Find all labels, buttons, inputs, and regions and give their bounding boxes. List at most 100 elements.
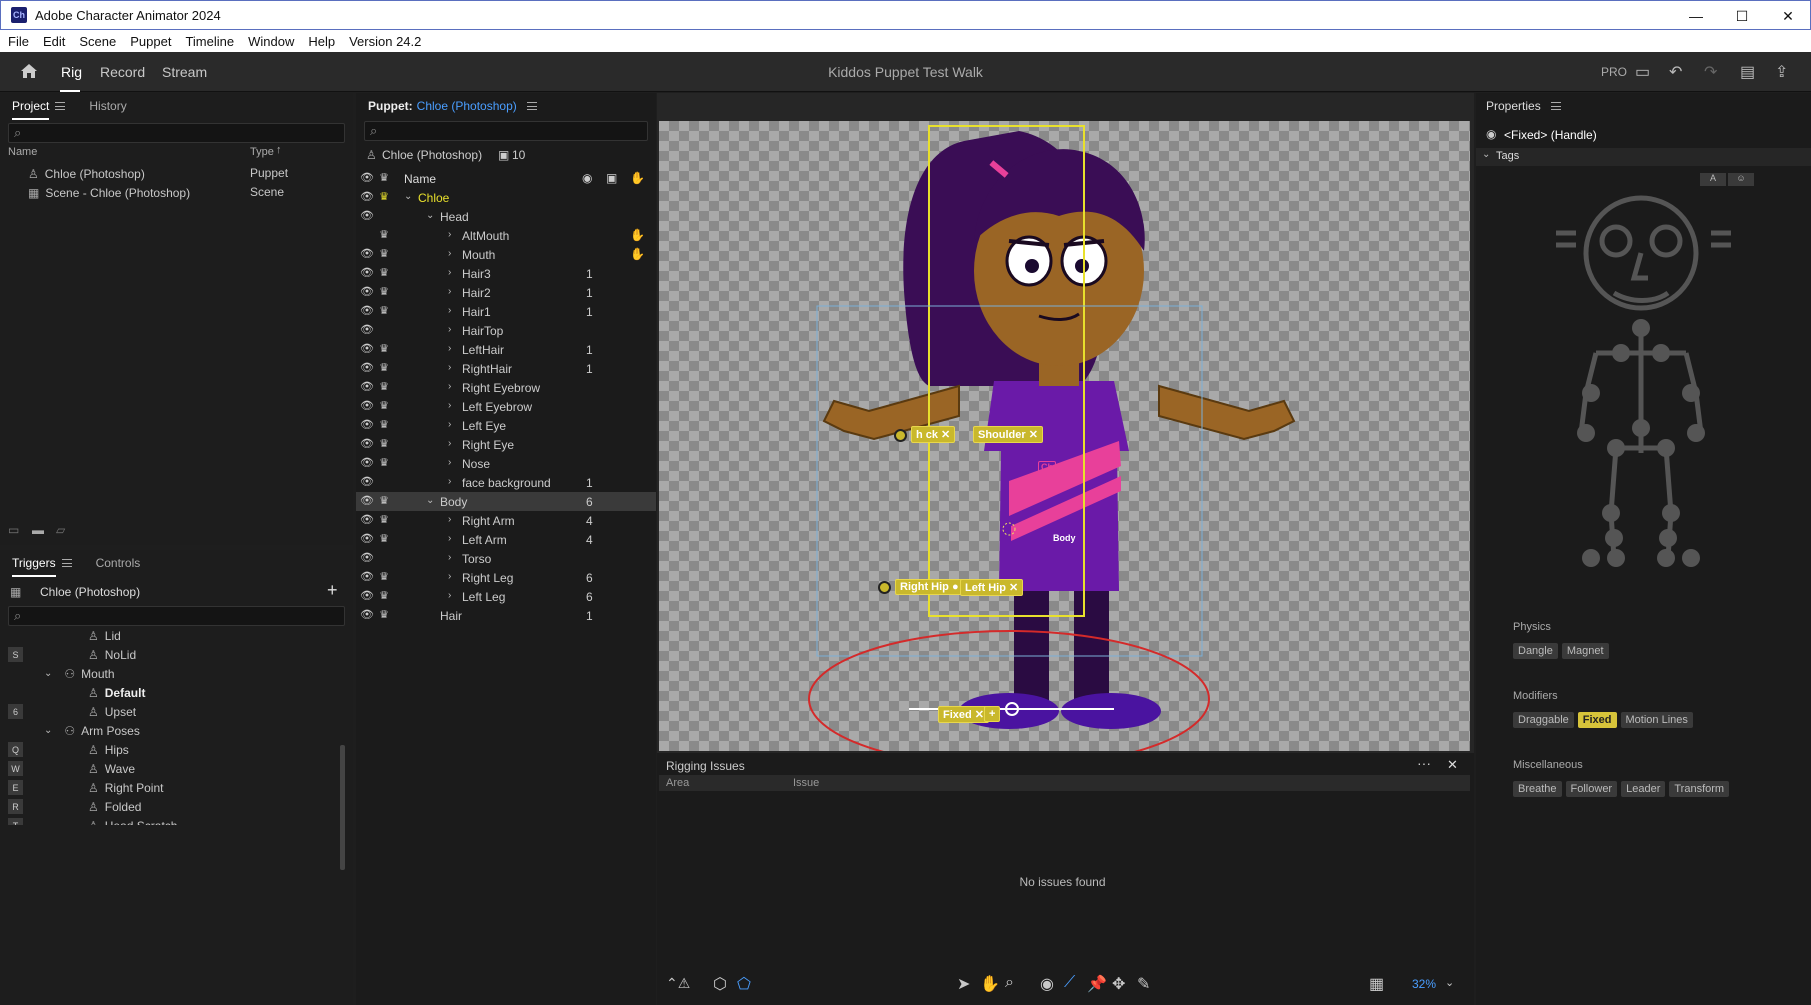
tag-chip[interactable]: Breathe: [1513, 781, 1562, 797]
independent-icon[interactable]: ♛: [378, 228, 390, 241]
layer-name[interactable]: HairTop: [462, 324, 503, 338]
independent-icon[interactable]: ♛: [378, 532, 390, 545]
menu-window[interactable]: Window: [241, 34, 301, 49]
neck-handle[interactable]: h ck ✕: [911, 426, 956, 443]
layer-name[interactable]: Left Leg: [462, 590, 505, 604]
visibility-icon[interactable]: 👁: [360, 266, 374, 279]
zoom-level[interactable]: 32%: [1412, 977, 1436, 991]
visibility-icon[interactable]: 👁: [360, 475, 374, 488]
independent-icon[interactable]: ♛: [378, 494, 390, 507]
visibility-icon[interactable]: 👁: [360, 418, 374, 431]
add-handle-button[interactable]: +: [984, 706, 1001, 722]
column-name[interactable]: Name: [8, 146, 37, 158]
face-tag-button[interactable]: ☺: [1728, 173, 1754, 186]
more-options-icon[interactable]: ···: [1417, 755, 1431, 771]
visibility-icon[interactable]: 👁: [360, 456, 374, 469]
tag-chip[interactable]: Transform: [1669, 781, 1730, 797]
layer-name[interactable]: Hair: [440, 609, 462, 623]
panel-menu-icon[interactable]: [1550, 102, 1561, 110]
trigger-row[interactable]: ♙ Upset: [88, 702, 136, 721]
chevron-right-icon[interactable]: ›: [448, 457, 451, 468]
chevron-right-icon[interactable]: ›: [448, 552, 451, 563]
chevron-right-icon[interactable]: ›: [448, 533, 451, 544]
outline-icon[interactable]: ⬠: [737, 974, 751, 994]
tab-triggers[interactable]: Triggers: [0, 556, 68, 577]
left-hip-handle[interactable]: Left Hip ✕: [960, 579, 1024, 596]
mesh-icon[interactable]: ⬡: [713, 974, 727, 994]
menu-version[interactable]: Version 24.2: [342, 34, 428, 49]
chevron-right-icon[interactable]: ›: [448, 362, 451, 373]
close-button[interactable]: ✕: [1765, 1, 1811, 31]
stroke-tool-icon[interactable]: ✎: [1137, 974, 1150, 994]
neck-origin-node[interactable]: [894, 429, 907, 442]
menu-edit[interactable]: Edit: [36, 34, 72, 49]
column-type[interactable]: Type: [250, 146, 274, 158]
visibility-icon[interactable]: 👁: [360, 209, 374, 222]
trigger-row[interactable]: ♙ Folded: [88, 797, 141, 816]
visibility-icon[interactable]: 👁: [360, 399, 374, 412]
trigger-group[interactable]: ⌄ ⚇ Arm Poses: [44, 721, 140, 740]
project-item[interactable]: ▦ Scene - Chloe (Photoshop): [28, 183, 190, 202]
chevron-down-icon[interactable]: ⌄: [426, 495, 434, 506]
share-icon[interactable]: ⇪: [1775, 62, 1788, 82]
chevron-right-icon[interactable]: ›: [448, 343, 451, 354]
visibility-icon[interactable]: 👁: [360, 589, 374, 602]
layer-name[interactable]: Hair1: [462, 305, 491, 319]
shoulder-handle[interactable]: Shoulder ✕: [973, 426, 1043, 443]
puppet-link[interactable]: Chloe (Photoshop): [417, 99, 517, 113]
puppet-search-input[interactable]: ⌕: [364, 121, 648, 141]
layer-name[interactable]: LeftHair: [462, 343, 504, 357]
independent-icon[interactable]: ♛: [378, 380, 390, 393]
new-item-icon[interactable]: ▱: [56, 523, 65, 537]
independent-icon[interactable]: ♛: [378, 589, 390, 602]
trigger-key[interactable]: E: [8, 780, 23, 795]
project-item[interactable]: ♙ Chloe (Photoshop): [28, 164, 145, 183]
visibility-icon[interactable]: 👁: [360, 247, 374, 260]
menu-puppet[interactable]: Puppet: [123, 34, 178, 49]
independent-icon[interactable]: ♛: [378, 247, 390, 260]
visibility-icon[interactable]: 👁: [360, 190, 374, 203]
chevron-down-icon[interactable]: ⌄: [426, 210, 434, 221]
independent-icon[interactable]: ♛: [378, 190, 390, 203]
independent-icon[interactable]: ♛: [378, 285, 390, 298]
hip-origin-node[interactable]: [878, 581, 891, 594]
dragger-tool-icon[interactable]: ✥: [1112, 974, 1125, 994]
trigger-row[interactable]: ♙ Default: [88, 683, 145, 702]
text-tag-button[interactable]: A: [1700, 173, 1726, 186]
menu-help[interactable]: Help: [301, 34, 342, 49]
trigger-key[interactable]: W: [8, 761, 23, 776]
independent-icon[interactable]: ♛: [378, 418, 390, 431]
select-tool-icon[interactable]: ➤: [957, 974, 970, 994]
scrollbar[interactable]: [340, 745, 345, 870]
tag-chip[interactable]: Motion Lines: [1620, 712, 1693, 728]
visibility-icon[interactable]: 👁: [360, 361, 374, 374]
chevron-down-icon[interactable]: ⌄: [44, 668, 52, 679]
right-hip-handle[interactable]: Right Hip ●: [895, 579, 964, 595]
menu-file[interactable]: File: [0, 34, 36, 49]
visibility-icon[interactable]: 👁: [360, 551, 374, 564]
chevron-down-icon[interactable]: ⌄: [1445, 976, 1454, 989]
tag-chip[interactable]: Fixed: [1577, 712, 1617, 728]
chevron-right-icon[interactable]: ›: [448, 229, 451, 240]
visibility-icon[interactable]: 👁: [360, 380, 374, 393]
independent-icon[interactable]: ♛: [378, 266, 390, 279]
panel-menu-icon[interactable]: [55, 102, 66, 110]
chevron-right-icon[interactable]: ›: [448, 324, 451, 335]
tag-chip[interactable]: Magnet: [1561, 643, 1609, 659]
visibility-icon[interactable]: 👁: [360, 494, 374, 507]
maximize-button[interactable]: ☐: [1719, 1, 1765, 31]
chevron-right-icon[interactable]: ›: [448, 381, 451, 392]
chevron-right-icon[interactable]: ›: [448, 476, 451, 487]
trigger-row[interactable]: ♙ Wave: [88, 759, 135, 778]
tab-project[interactable]: Project: [0, 99, 61, 120]
trigger-row[interactable]: ♙ NoLid: [88, 645, 136, 664]
independent-icon[interactable]: ♛: [378, 608, 390, 621]
puppet-character-canvas[interactable]: [659, 121, 1470, 751]
trigger-row[interactable]: ♙ Head Scratch: [88, 816, 177, 826]
tag-chip[interactable]: Dangle: [1513, 643, 1558, 659]
independent-icon[interactable]: ♛: [378, 342, 390, 355]
pin-tool-icon[interactable]: 📌: [1087, 974, 1107, 994]
layer-name[interactable]: Right Eye: [462, 438, 514, 452]
minimize-button[interactable]: —: [1673, 1, 1719, 31]
origin-tool-icon[interactable]: ◉: [1040, 974, 1054, 994]
